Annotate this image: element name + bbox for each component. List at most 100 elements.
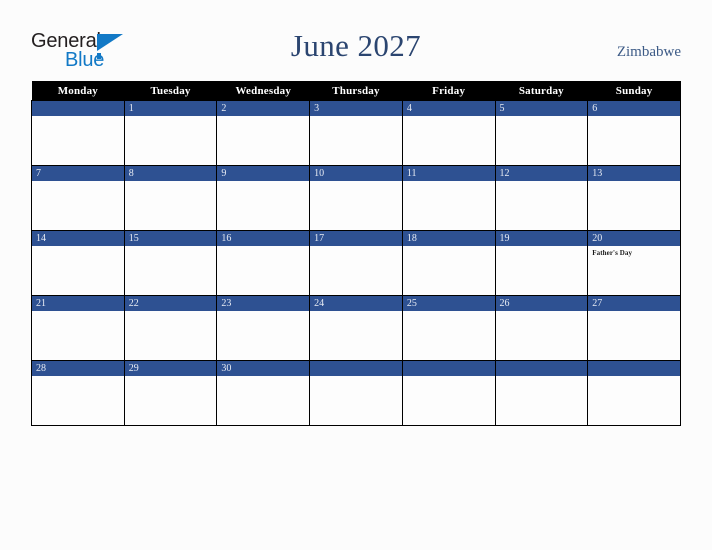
- day-number: 24: [310, 296, 402, 311]
- calendar-day-cell[interactable]: 12: [494, 165, 589, 231]
- day-event: [32, 181, 124, 184]
- day-event: [125, 376, 217, 379]
- calendar-day-cell[interactable]: [401, 360, 496, 426]
- day-number: [310, 361, 402, 376]
- calendar-week-row: 21 22 23 24 25 26 27: [31, 295, 681, 361]
- day-number: [32, 101, 124, 116]
- day-number: 11: [402, 166, 495, 181]
- calendar-day-cell[interactable]: 2: [216, 100, 311, 166]
- calendar-day-cell[interactable]: 4: [401, 100, 496, 166]
- day-event: [125, 116, 217, 119]
- calendar-day-cell[interactable]: 10: [309, 165, 403, 231]
- calendar-day-cell[interactable]: 22: [123, 295, 218, 361]
- calendar-day-cell[interactable]: 29: [123, 360, 218, 426]
- calendar-day-cell[interactable]: [31, 100, 125, 166]
- day-event: [32, 376, 124, 379]
- day-number: 5: [495, 101, 588, 116]
- day-number: 1: [124, 101, 217, 116]
- country-label: Zimbabwe: [616, 44, 681, 60]
- calendar-day-cell[interactable]: 5: [494, 100, 589, 166]
- calendar-day-cell[interactable]: [309, 360, 403, 426]
- day-event: [588, 311, 680, 314]
- day-number: 4: [402, 101, 495, 116]
- day-number: 3: [310, 101, 402, 116]
- calendar-day-cell[interactable]: 24: [309, 295, 403, 361]
- day-number: 2: [217, 101, 310, 116]
- day-event: [217, 376, 309, 379]
- calendar-day-cell[interactable]: 25: [401, 295, 496, 361]
- calendar-day-cell[interactable]: [494, 360, 589, 426]
- day-number: 18: [402, 231, 495, 246]
- calendar-grid: Monday Tuesday Wednesday Thursday Friday…: [31, 81, 681, 426]
- day-number: 30: [217, 361, 310, 376]
- calendar-day-cell[interactable]: 26: [494, 295, 589, 361]
- calendar-day-cell[interactable]: 6: [587, 100, 681, 166]
- calendar-day-cell[interactable]: 9: [216, 165, 311, 231]
- day-event: [32, 311, 124, 314]
- day-event: [310, 311, 402, 314]
- day-number: 10: [310, 166, 402, 181]
- day-event: [217, 311, 309, 314]
- calendar-day-cell[interactable]: 28: [31, 360, 125, 426]
- calendar-day-cell[interactable]: 8: [123, 165, 218, 231]
- calendar-day-cell[interactable]: 18: [401, 230, 496, 296]
- day-number: 15: [124, 231, 217, 246]
- calendar-day-cell[interactable]: 17: [309, 230, 403, 296]
- calendar-day-cell[interactable]: 15: [123, 230, 218, 296]
- day-event: [496, 181, 588, 184]
- day-number: 9: [217, 166, 310, 181]
- calendar-day-cell[interactable]: 1: [123, 100, 218, 166]
- calendar-day-cell[interactable]: 3: [309, 100, 403, 166]
- calendar-day-cell[interactable]: 23: [216, 295, 311, 361]
- day-number: 28: [32, 361, 124, 376]
- calendar-week-row: 28 29 30: [31, 360, 681, 426]
- calendar-day-cell[interactable]: 16: [216, 230, 311, 296]
- calendar-day-cell[interactable]: 30: [216, 360, 311, 426]
- day-event: [125, 311, 217, 314]
- day-event: [32, 246, 124, 249]
- day-number: 7: [32, 166, 124, 181]
- day-event: [310, 116, 402, 119]
- day-event: [403, 311, 495, 314]
- calendar-week-row: 14 15 16 17 18 19 20 Father's Day: [31, 230, 681, 296]
- day-event: [217, 246, 309, 249]
- day-event: [217, 181, 309, 184]
- calendar-week-row: 1 2 3 4 5 6: [31, 100, 681, 166]
- day-number: 29: [124, 361, 217, 376]
- day-event: [496, 311, 588, 314]
- day-event: [403, 246, 495, 249]
- weekday-header-thursday: Thursday: [309, 81, 403, 101]
- calendar-day-cell[interactable]: 20 Father's Day: [587, 230, 681, 296]
- page-header: General Blue June 2027 Zimbabwe: [0, 0, 712, 80]
- calendar-day-cell[interactable]: 11: [401, 165, 496, 231]
- day-event: [32, 116, 124, 119]
- calendar-day-cell[interactable]: 7: [31, 165, 125, 231]
- weekday-header-row: Monday Tuesday Wednesday Thursday Friday…: [31, 81, 681, 101]
- calendar-week-row: 7 8 9 10 11 12 13: [31, 165, 681, 231]
- day-event: [496, 116, 588, 119]
- day-number: 20: [588, 231, 680, 246]
- day-number: 17: [310, 231, 402, 246]
- day-event: [588, 376, 680, 379]
- day-number: 23: [217, 296, 310, 311]
- calendar-day-cell[interactable]: [587, 360, 681, 426]
- weekday-header-wednesday: Wednesday: [216, 81, 310, 101]
- day-event: Father's Day: [592, 249, 633, 257]
- calendar-day-cell[interactable]: 13: [587, 165, 681, 231]
- calendar-day-cell[interactable]: 19: [494, 230, 589, 296]
- weekday-header-tuesday: Tuesday: [124, 81, 217, 101]
- weekday-header-monday: Monday: [31, 81, 125, 101]
- day-event: [310, 181, 402, 184]
- day-event: [588, 181, 680, 184]
- day-number: [495, 361, 588, 376]
- day-number: 19: [495, 231, 588, 246]
- day-number: [588, 361, 680, 376]
- calendar-day-cell[interactable]: 21: [31, 295, 125, 361]
- calendar-day-cell[interactable]: 14: [31, 230, 125, 296]
- day-number: 16: [217, 231, 310, 246]
- calendar-day-cell[interactable]: 27: [587, 295, 681, 361]
- day-number: 8: [124, 166, 217, 181]
- day-event: [125, 246, 217, 249]
- day-event: [588, 116, 680, 119]
- day-number: 13: [588, 166, 680, 181]
